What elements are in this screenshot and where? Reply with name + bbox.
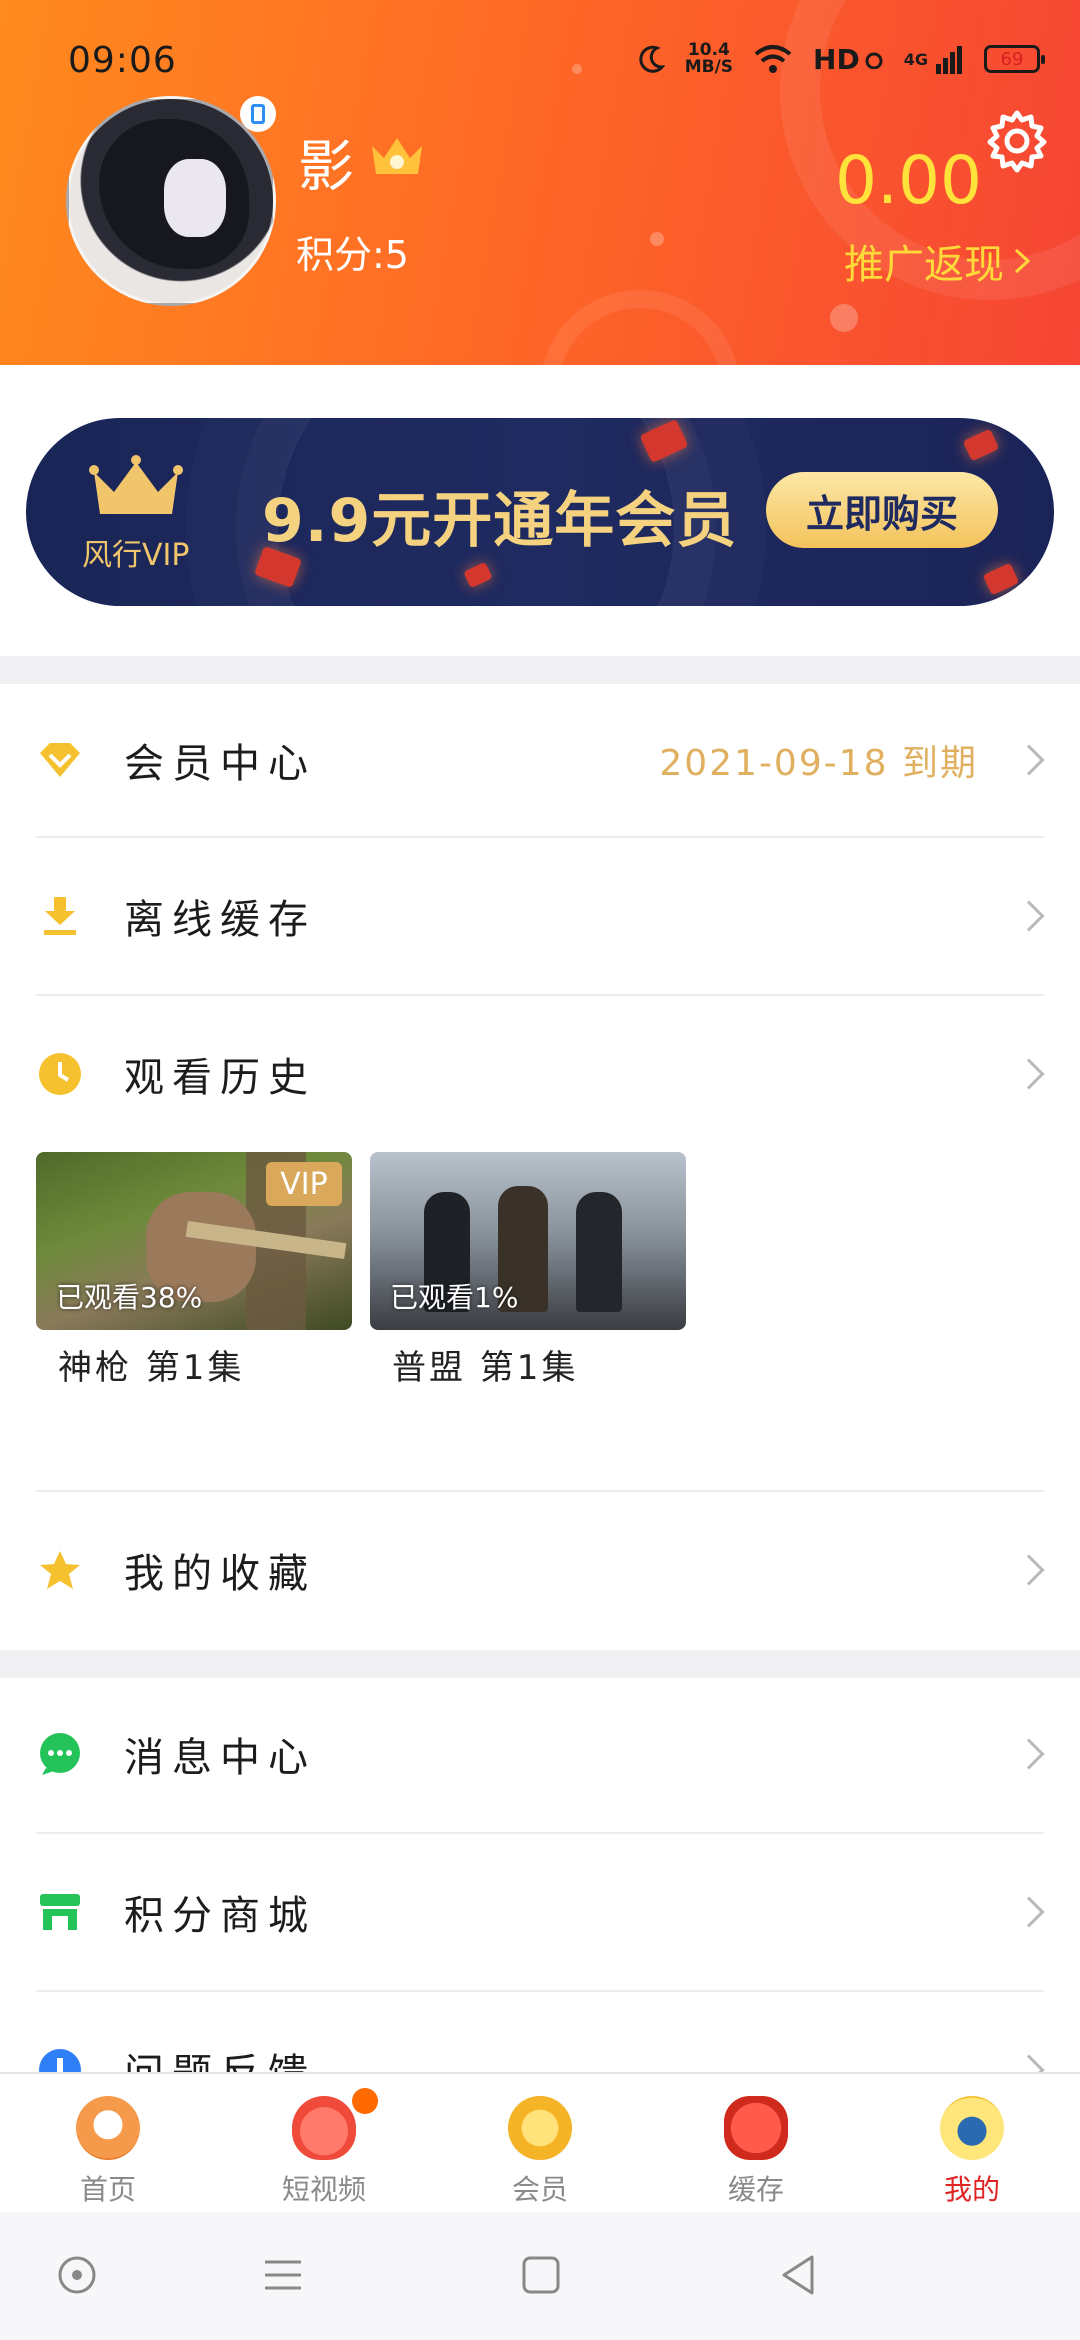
tab-label: 会员 xyxy=(511,2173,568,2206)
hd-indicator: HD xyxy=(813,42,860,76)
status-icons: 10.4 MB/S HD 4G 69 xyxy=(639,42,1045,76)
star-icon xyxy=(38,1548,82,1592)
network-gen: 4G xyxy=(903,49,928,69)
tab-mine[interactable]: 我的 xyxy=(864,2074,1080,2214)
chevron-right-icon xyxy=(1014,248,1031,274)
history-title[interactable]: 普盟 第1集 xyxy=(392,1340,578,1389)
username: 影 xyxy=(298,135,354,200)
signal-icon xyxy=(936,46,962,74)
menu-button-icon[interactable] xyxy=(260,2252,306,2298)
banner-title: 9.9元开通年会员 xyxy=(262,486,738,556)
lantern-icon xyxy=(724,2096,788,2160)
red-envelope-decor xyxy=(982,562,1020,596)
menu-label: 积分商城 xyxy=(124,1893,316,1939)
decor-dot xyxy=(830,304,858,332)
watch-progress: 已观看38% xyxy=(56,1281,203,1314)
hd-call-icon xyxy=(865,52,883,69)
chevron-right-icon xyxy=(1013,1896,1045,1928)
profile-mascot-icon xyxy=(940,2096,1004,2160)
history-card[interactable]: 已观看1% xyxy=(370,1152,686,1330)
menu-label: 会员中心 xyxy=(124,741,316,787)
menu-label: 我的收藏 xyxy=(124,1551,316,1597)
tab-member[interactable]: 会员 xyxy=(432,2074,648,2214)
decor-dot xyxy=(572,64,582,74)
menu-points-mall[interactable]: 积分商城 xyxy=(0,1834,1080,1990)
promo-cashback-link[interactable]: 推广返现 xyxy=(844,232,1032,290)
chevron-right-icon xyxy=(1013,744,1045,776)
vip-crown-icon xyxy=(89,455,183,514)
chat-icon xyxy=(38,1732,82,1776)
promo-link-label: 推广返现 xyxy=(844,242,1004,288)
rabbit-home-icon xyxy=(76,2096,140,2160)
home-button-icon[interactable] xyxy=(518,2252,564,2298)
menu-label: 消息中心 xyxy=(124,1735,316,1781)
tab-label: 短视频 xyxy=(281,2173,366,2206)
points-count: 积分:5 xyxy=(296,233,409,277)
device-badge-icon xyxy=(240,96,276,132)
tab-label: 首页 xyxy=(79,2173,136,2206)
lucky-coin-icon xyxy=(508,2096,572,2160)
menu-favorites[interactable]: 我的收藏 xyxy=(0,1492,1080,1648)
buy-now-button[interactable]: 立即购买 xyxy=(766,472,998,548)
wifi-icon xyxy=(754,45,792,73)
status-time: 09:06 xyxy=(68,40,177,81)
section-divider xyxy=(0,656,1080,684)
membership-expiry: 2021-09-18 到期 xyxy=(659,743,978,784)
notification-dot xyxy=(352,2088,378,2114)
download-icon xyxy=(38,894,82,938)
profile-header: 09:06 10.4 MB/S HD 4G 69 影 积分:5 0.00 推广返… xyxy=(0,0,1080,365)
back-button-icon[interactable] xyxy=(776,2252,822,2298)
lotus-icon xyxy=(292,2096,356,2160)
chevron-right-icon xyxy=(1013,1554,1045,1586)
menu-label: 离线缓存 xyxy=(124,897,316,943)
menu-watch-history[interactable]: 观看历史 xyxy=(0,996,1080,1152)
speed-unit: MB/S xyxy=(684,57,734,77)
section-divider xyxy=(0,1650,1080,1678)
chevron-right-icon xyxy=(1013,900,1045,932)
tab-short-video[interactable]: 短视频 xyxy=(216,2074,432,2214)
diamond-icon xyxy=(38,738,82,782)
store-icon xyxy=(38,1890,82,1934)
chevron-right-icon xyxy=(1013,1058,1045,1090)
vip-promo-banner[interactable]: 风行VIP 9.9元开通年会员 立即购买 xyxy=(26,418,1054,606)
tab-label: 我的 xyxy=(943,2173,1000,2206)
tab-home[interactable]: 首页 xyxy=(0,2074,216,2214)
crown-icon xyxy=(372,138,422,174)
vip-tag: VIP xyxy=(266,1162,342,1206)
history-title[interactable]: 神枪 第1集 xyxy=(58,1340,244,1389)
menu-message-center[interactable]: 消息中心 xyxy=(0,1676,1080,1832)
battery-indicator: 69 xyxy=(984,45,1045,73)
clock-icon xyxy=(38,1052,82,1096)
menu-offline-cache[interactable]: 离线缓存 xyxy=(0,838,1080,994)
gear-icon[interactable] xyxy=(984,108,1050,174)
avatar[interactable] xyxy=(66,96,276,306)
chevron-right-icon xyxy=(1013,1738,1045,1770)
tab-label: 缓存 xyxy=(727,2173,784,2206)
balance-amount: 0.00 xyxy=(835,142,982,219)
bottom-tab-bar: 首页 短视频 会员 缓存 我的 xyxy=(0,2072,1080,2212)
decor-ring xyxy=(540,290,740,365)
menu-label: 观看历史 xyxy=(124,1055,316,1101)
vip-brand-label: 风行VIP xyxy=(82,538,190,573)
menu-member-center[interactable]: 会员中心 2021-09-18 到期 xyxy=(0,682,1080,838)
watch-progress: 已观看1% xyxy=(390,1281,519,1314)
decor-dot xyxy=(650,232,664,246)
assistant-button-icon[interactable] xyxy=(54,2252,100,2298)
system-nav-bar xyxy=(0,2212,1080,2340)
network-speed: 10.4 MB/S xyxy=(685,42,733,76)
history-card[interactable]: VIP 已观看38% xyxy=(36,1152,352,1330)
moon-icon xyxy=(639,45,665,73)
tab-cache[interactable]: 缓存 xyxy=(648,2074,864,2214)
red-envelope-decor xyxy=(962,428,1000,462)
